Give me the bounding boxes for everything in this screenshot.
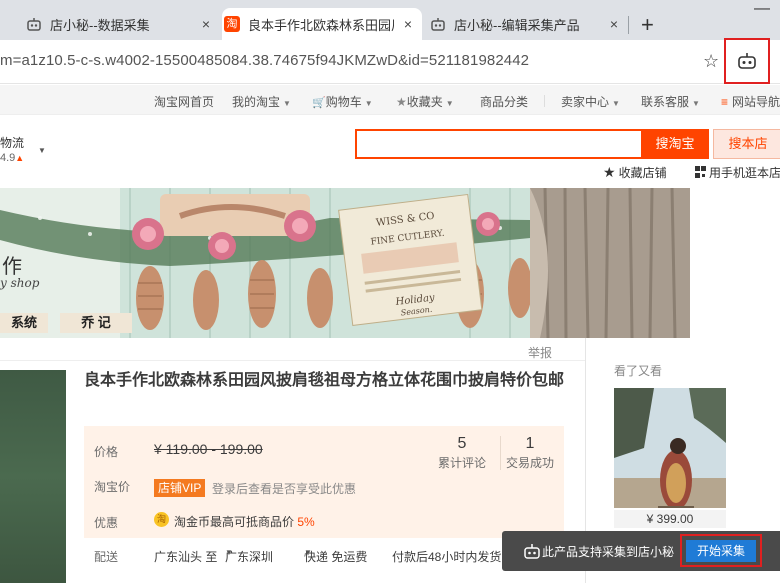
divider	[0, 360, 585, 361]
vip-badge: 店铺VIP	[154, 479, 206, 497]
close-icon[interactable]: ×	[606, 16, 622, 32]
product-title: 良本手作北欧森林系田园风披肩毯祖母方格立体花围巾披肩特价包邮	[84, 372, 565, 389]
taobao-logo-icon: 淘	[224, 16, 240, 32]
minimize-button[interactable]: —	[754, 0, 770, 18]
favorite-shop-link[interactable]: ★ 收藏店铺	[603, 164, 667, 181]
tab-label: 良本手作北欧森林系田园风	[248, 17, 394, 33]
site-nav: 淘宝网首页 我的淘宝 ▼ 🛒购物车 ▼ ★收藏夹 ▼ 商品分类 卖家中心 ▼ 联系客服 ▼…	[0, 85, 780, 115]
nav-favorites[interactable]: ★收藏夹 ▼	[396, 93, 454, 110]
vip-description[interactable]: 登录后查看是否享受此优惠	[212, 480, 356, 497]
search-shop-button[interactable]: 搜本店	[713, 129, 780, 159]
tab-label: 店小秘--编辑采集产品	[454, 17, 580, 33]
promo-label: 优惠	[94, 516, 119, 530]
close-icon[interactable]: ×	[400, 16, 416, 32]
star-icon: ★	[396, 95, 407, 109]
banner-text-zuo: 作	[2, 254, 22, 278]
product-main-image[interactable]	[0, 370, 66, 583]
banner-right-blank	[690, 188, 780, 338]
banner-nav-system[interactable]: 系统	[0, 313, 48, 333]
also-viewed-image[interactable]	[614, 388, 726, 508]
robot-icon	[431, 18, 445, 31]
cart-icon: 🛒	[312, 97, 326, 109]
chevron-down-icon: ▼	[304, 548, 312, 557]
shop-banner: WISS & CO FINE CUTLERY. Holiday Season. …	[0, 188, 690, 338]
qr-code-icon	[695, 166, 706, 178]
extension-button-highlight[interactable]	[724, 38, 770, 84]
chevron-down-icon: ▼	[445, 99, 454, 108]
robot-icon	[524, 544, 540, 559]
nav-customer-service[interactable]: 联系客服 ▼	[641, 93, 700, 110]
star-icon: ★	[603, 164, 616, 180]
arrow-up-icon: ▲	[15, 153, 25, 163]
nav-cart[interactable]: 🛒购物车 ▼	[312, 93, 373, 110]
logistics-score: 4.9▲	[0, 152, 25, 164]
bookmark-star-icon[interactable]: ☆	[703, 51, 719, 72]
ship-time: 付款后48小时内发货	[392, 550, 502, 564]
browser-tab-edit-product[interactable]: 店小秘--编辑采集产品 ×	[428, 8, 628, 40]
mobile-shop-link[interactable]: 用手机逛本店	[695, 164, 780, 181]
logistics-label: 物流	[0, 136, 25, 150]
tab-label: 店小秘--数据采集	[50, 17, 150, 33]
nav-seller-center[interactable]: 卖家中心 ▼	[561, 93, 620, 110]
nav-site-map[interactable]: ≡ 网站导航	[721, 93, 780, 110]
shipping-label: 配送	[94, 550, 119, 564]
close-icon[interactable]: ×	[198, 16, 214, 32]
browser-tab-strip: 店小秘--数据采集 × 淘 良本手作北欧森林系田园风 × 店小秘--编辑采集产品…	[0, 0, 780, 40]
start-collect-highlight: 开始采集	[680, 534, 762, 567]
original-price: ¥ 119.00 - 199.00	[154, 441, 263, 457]
url-field[interactable]: m=a1z10.5-c-s.w4002-15500485084.38.74675…	[0, 52, 529, 69]
report-link[interactable]: 举报	[528, 344, 552, 361]
robot-icon	[27, 18, 41, 31]
price-box: 价格 ¥ 119.00 - 199.00 5 累计评论 1 交易成功 淘宝价 店…	[84, 426, 564, 538]
also-viewed-title: 看了又看	[614, 364, 663, 378]
new-tab-button[interactable]: +	[641, 14, 654, 36]
browser-tab-data-collect[interactable]: 店小秘--数据采集 ×	[24, 8, 220, 40]
tab-divider	[628, 16, 629, 34]
start-collect-button[interactable]: 开始采集	[686, 540, 756, 562]
address-bar: m=a1z10.5-c-s.w4002-15500485084.38.74675…	[0, 40, 780, 84]
shop-header: 物流 4.9▲ ▼ 搜淘宝 搜本店 ★ 收藏店铺 用手机逛本店	[0, 116, 780, 186]
price-label: 价格	[94, 445, 119, 459]
coin-description: 淘金币最高可抵商品价 5%	[174, 515, 315, 529]
chevron-down-icon: ▼	[283, 99, 291, 108]
review-count[interactable]: 5 累计评论	[432, 434, 492, 471]
also-viewed-price: ¥ 399.00	[614, 510, 726, 528]
nav-home[interactable]: 淘宝网首页	[154, 93, 214, 110]
nav-categories[interactable]: 商品分类	[480, 93, 528, 110]
search-input[interactable]	[355, 129, 641, 159]
collect-message: 此产品支持采集到店小秘	[542, 545, 675, 559]
chevron-down-icon: ▼	[692, 99, 700, 108]
nav-divider	[544, 95, 545, 107]
browser-tab-product[interactable]: 淘 良本手作北欧森林系田园风 ×	[222, 8, 422, 40]
taobao-price-label: 淘宝价	[94, 480, 131, 494]
chevron-down-icon: ▼	[612, 99, 620, 108]
sales-count: 1 交易成功	[505, 435, 554, 470]
ship-from: 广东汕头 至	[154, 550, 218, 564]
chevron-down-icon[interactable]: ▼	[38, 146, 46, 155]
banner-text-shop: y shop	[0, 276, 40, 290]
taobao-coin-icon: 淘	[154, 512, 169, 527]
menu-icon: ≡	[721, 95, 729, 109]
also-viewed-photo	[614, 388, 726, 508]
robot-extension-icon[interactable]	[737, 52, 757, 70]
nav-my-taobao[interactable]: 我的淘宝 ▼	[232, 93, 291, 110]
search-taobao-button[interactable]: 搜淘宝	[641, 129, 709, 159]
banner-nav-qiaoji[interactable]: 乔 记	[60, 313, 132, 333]
chevron-down-icon: ▼	[364, 99, 373, 108]
chevron-down-icon: ▼	[225, 548, 233, 557]
